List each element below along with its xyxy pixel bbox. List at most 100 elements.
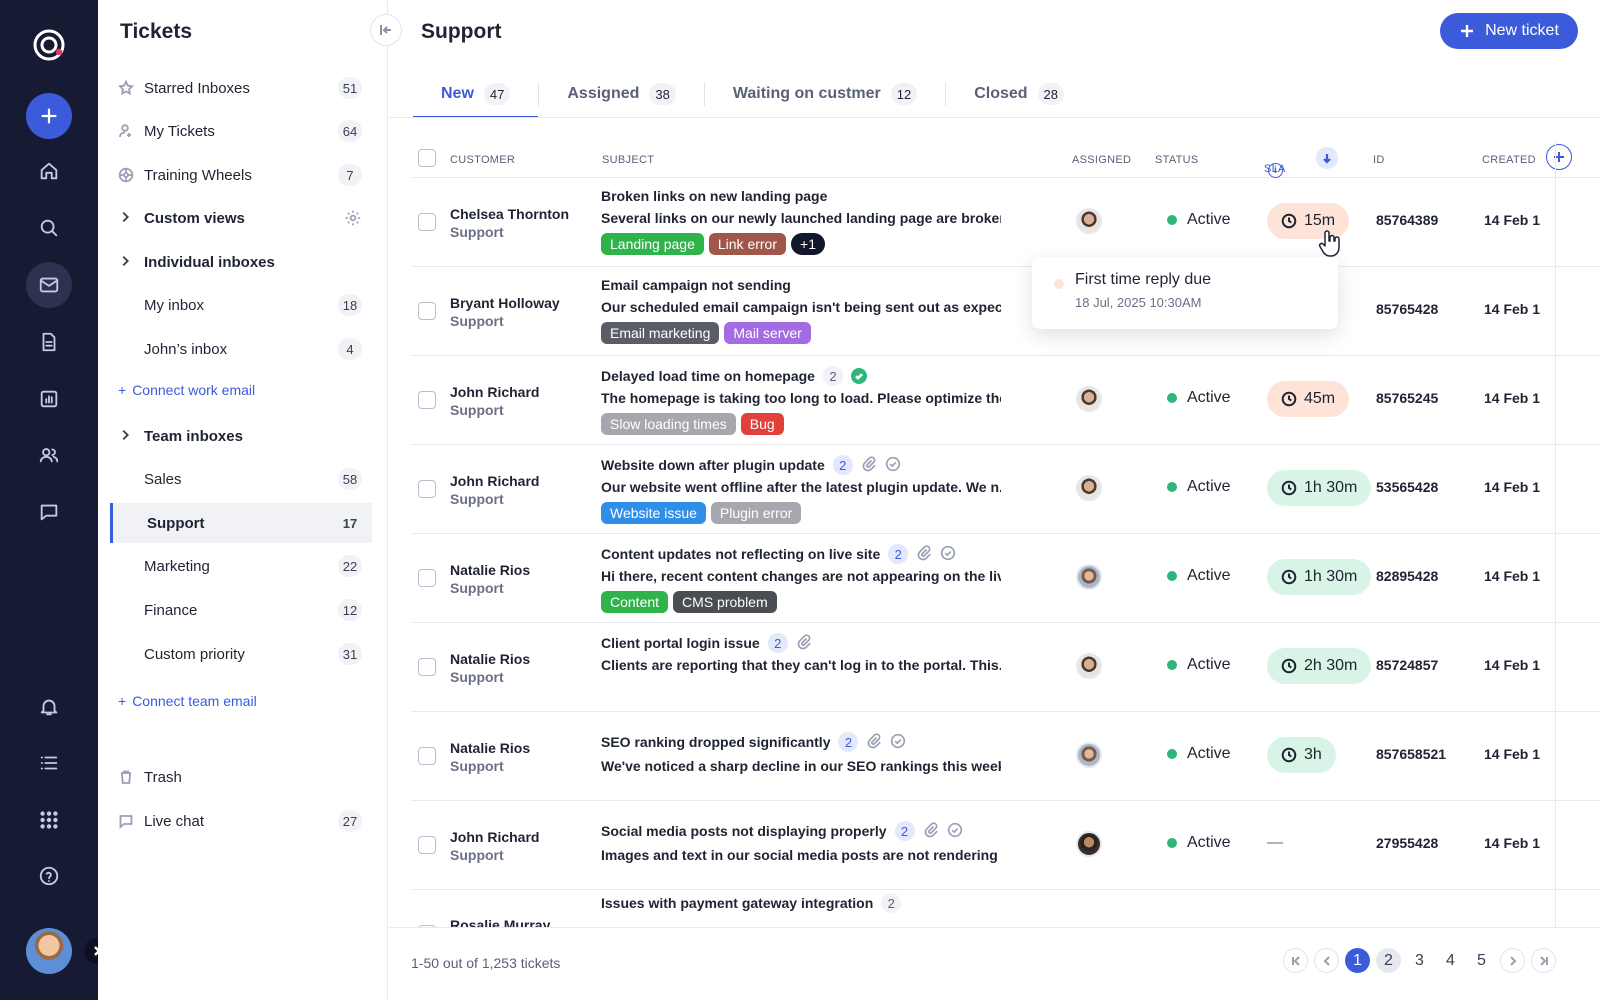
rail-chat-button[interactable] <box>26 489 72 535</box>
assignee-avatar[interactable] <box>1076 742 1102 768</box>
table-row[interactable]: Chelsea Thornton Support Broken links on… <box>411 178 1600 267</box>
more-tags-badge[interactable]: +1 <box>791 233 825 255</box>
sidebar-item-my-tickets[interactable]: My Tickets 64 <box>110 111 372 151</box>
sidebar-item-training-wheels[interactable]: Training Wheels 7 <box>110 155 372 195</box>
sidebar-item-support[interactable]: Support 17 <box>110 503 372 543</box>
column-id[interactable]: ID <box>1373 154 1385 166</box>
row-checkbox[interactable] <box>418 391 436 409</box>
sidebar-item-johns-inbox[interactable]: John’s inbox 4 <box>110 329 372 369</box>
assignee-avatar[interactable] <box>1076 831 1102 857</box>
ticket-subject[interactable]: Content updates not reflecting on live s… <box>601 544 956 564</box>
rail-home-button[interactable] <box>26 148 72 194</box>
rail-list-button[interactable] <box>26 740 72 786</box>
tab-assigned[interactable]: Assigned 38 <box>539 70 703 118</box>
page-5-button[interactable]: 5 <box>1469 948 1494 973</box>
assignee-avatar[interactable] <box>1076 386 1102 412</box>
tab-new[interactable]: New 47 <box>413 70 539 118</box>
page-4-button[interactable]: 4 <box>1438 948 1463 973</box>
next-page-button[interactable] <box>1500 948 1525 973</box>
table-row[interactable]: Natalie Rios Support SEO ranking dropped… <box>411 712 1600 801</box>
rail-inbox-button[interactable] <box>26 262 72 308</box>
sla-badge[interactable]: 3h <box>1267 737 1336 773</box>
connect-team-email-link[interactable]: + Connect team email <box>118 693 257 709</box>
last-page-button[interactable] <box>1531 948 1556 973</box>
ticket-subject[interactable]: SEO ranking dropped significantly 2 <box>601 732 906 752</box>
select-all-checkbox[interactable] <box>418 149 436 167</box>
tag[interactable]: Mail server <box>724 322 811 344</box>
column-status[interactable]: STATUS <box>1155 154 1199 166</box>
sidebar-group-team-inboxes[interactable]: Team inboxes <box>110 416 372 456</box>
prev-page-button[interactable] <box>1314 948 1339 973</box>
tab-closed[interactable]: Closed 28 <box>946 70 1092 118</box>
sort-sla-button[interactable] <box>1316 147 1338 169</box>
sla-badge[interactable]: 1h 30m <box>1267 559 1372 595</box>
column-created[interactable]: CREATED <box>1482 154 1536 166</box>
rail-reports-button[interactable] <box>26 376 72 422</box>
sidebar-item-marketing[interactable]: Marketing 22 <box>110 546 372 586</box>
sidebar-item-finance[interactable]: Finance 12 <box>110 590 372 630</box>
table-row[interactable]: Natalie Rios Support Client portal login… <box>411 623 1600 712</box>
sidebar-item-trash[interactable]: Trash <box>110 757 372 797</box>
page-3-button[interactable]: 3 <box>1407 948 1432 973</box>
table-row[interactable]: Bryant Holloway Support Email campaign n… <box>411 267 1600 356</box>
tag[interactable]: Content <box>601 591 669 613</box>
add-column-button[interactable] <box>1546 144 1572 170</box>
first-page-button[interactable] <box>1283 948 1308 973</box>
tag[interactable]: Plugin error <box>710 502 802 524</box>
ticket-subject[interactable]: Issues with payment gateway integration … <box>601 893 902 913</box>
table-row[interactable]: John Richard Support Website down after … <box>411 445 1600 534</box>
sidebar-item-my-inbox[interactable]: My inbox 18 <box>110 285 372 325</box>
new-ticket-button[interactable]: New ticket <box>1440 13 1578 49</box>
rail-search-button[interactable] <box>26 205 72 251</box>
table-row[interactable]: John Richard Support Delayed load time o… <box>411 356 1600 445</box>
sidebar-item-live-chat[interactable]: Live chat 27 <box>110 801 372 841</box>
sidebar-item-starred-inboxes[interactable]: Starred Inboxes 51 <box>110 68 372 108</box>
row-checkbox[interactable] <box>418 747 436 765</box>
rail-notifications-button[interactable] <box>26 684 72 730</box>
tag[interactable]: Email marketing <box>601 322 720 344</box>
rail-docs-button[interactable] <box>26 319 72 365</box>
sidebar-item-custom-priority[interactable]: Custom priority 31 <box>110 634 372 674</box>
tag[interactable]: Slow loading times <box>601 413 736 435</box>
page-1-button[interactable]: 1 <box>1345 948 1370 973</box>
table-row[interactable]: Rosalie Murray Issues with payment gatew… <box>411 890 1600 927</box>
rail-help-button[interactable] <box>26 853 72 899</box>
assignee-avatar[interactable] <box>1076 475 1102 501</box>
assignee-avatar[interactable] <box>1076 208 1102 234</box>
ticket-subject[interactable]: Email campaign not sending <box>601 277 791 293</box>
sidebar-item-sales[interactable]: Sales 58 <box>110 459 372 499</box>
gear-icon[interactable] <box>344 209 362 231</box>
rail-contacts-button[interactable] <box>26 432 72 478</box>
row-checkbox[interactable] <box>418 302 436 320</box>
page-2-button[interactable]: 2 <box>1376 948 1401 973</box>
row-checkbox[interactable] <box>418 836 436 854</box>
sla-badge[interactable]: 2h 30m <box>1267 648 1372 684</box>
column-customer[interactable]: CUSTOMER <box>450 154 515 166</box>
user-avatar[interactable] <box>26 928 72 974</box>
tab-waiting-on-customer[interactable]: Waiting on custmer 12 <box>705 70 945 118</box>
assignee-avatar[interactable] <box>1076 653 1102 679</box>
table-row[interactable]: John Richard Support Social media posts … <box>411 801 1600 890</box>
sidebar-group-individual-inboxes[interactable]: Individual inboxes <box>110 242 372 282</box>
ticket-subject[interactable]: Delayed load time on homepage 2 <box>601 366 867 386</box>
tag[interactable]: Website issue <box>601 502 706 524</box>
column-subject[interactable]: SUBJECT <box>602 154 654 166</box>
info-icon[interactable]: i <box>1268 163 1283 178</box>
ticket-subject[interactable]: Broken links on new landing page <box>601 188 827 204</box>
tag[interactable]: Bug <box>740 413 784 435</box>
tag[interactable]: CMS problem <box>673 591 777 613</box>
assignee-avatar[interactable] <box>1076 564 1102 590</box>
tag[interactable]: Landing page <box>601 233 704 255</box>
ticket-subject[interactable]: Website down after plugin update 2 <box>601 455 901 475</box>
sla-badge[interactable]: 1h 30m <box>1267 470 1372 506</box>
rail-add-button[interactable] <box>26 93 72 139</box>
table-row[interactable]: Natalie Rios Support Content updates not… <box>411 534 1600 623</box>
ticket-subject[interactable]: Client portal login issue 2 <box>601 633 812 653</box>
row-checkbox[interactable] <box>418 480 436 498</box>
ticket-subject[interactable]: Social media posts not displaying proper… <box>601 821 963 841</box>
connect-work-email-link[interactable]: + Connect work email <box>118 382 255 398</box>
sidebar-group-custom-views[interactable]: Custom views <box>110 198 372 238</box>
tag[interactable]: Link error <box>708 233 787 255</box>
row-checkbox[interactable] <box>418 569 436 587</box>
sla-badge[interactable]: 45m <box>1267 381 1350 417</box>
